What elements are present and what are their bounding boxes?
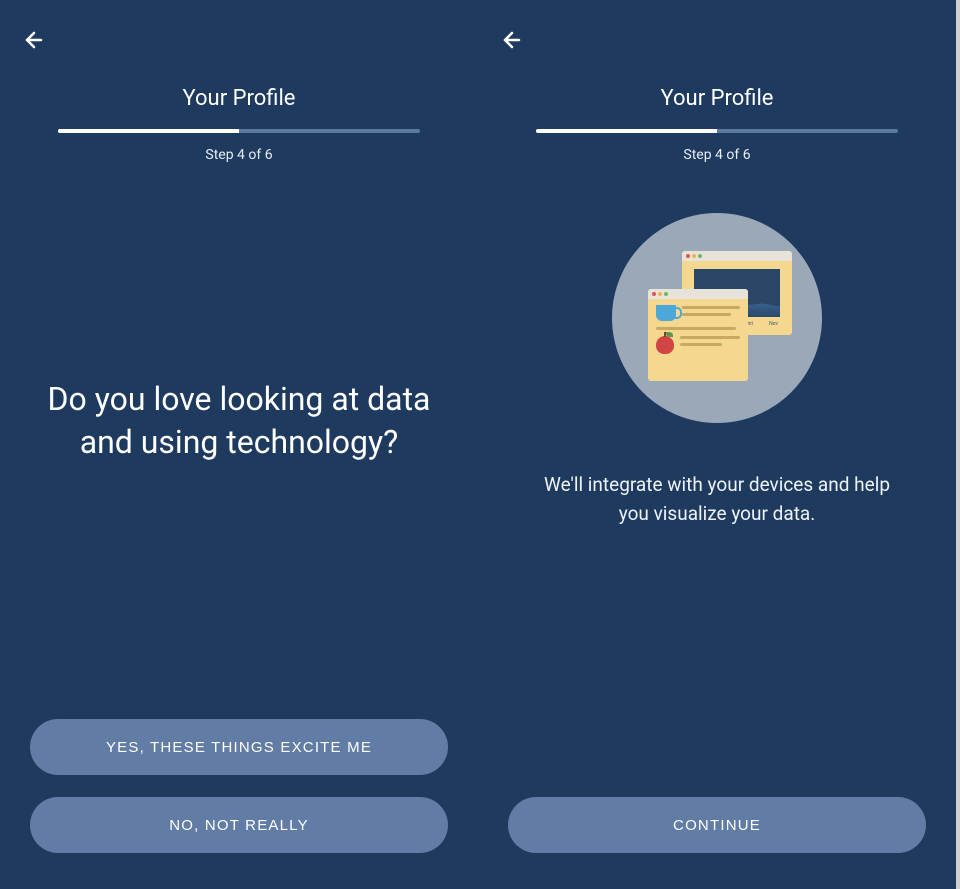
info-content: Aug Sep Oct Nov: [478, 163, 956, 797]
cup-icon: [656, 305, 676, 321]
onboarding-screen-question: Your Profile Step 4 of 6 Do you love loo…: [0, 0, 478, 889]
back-button[interactable]: [22, 28, 46, 52]
question-text: Do you love looking at data and using te…: [30, 378, 448, 464]
no-button[interactable]: NO, NOT REALLY: [30, 797, 448, 853]
info-text: We'll integrate with your devices and he…: [518, 471, 916, 528]
arrow-left-icon: [22, 28, 46, 52]
onboarding-screen-info: Your Profile Step 4 of 6 Aug S: [478, 0, 956, 889]
continue-button[interactable]: CONTINUE: [508, 797, 926, 853]
button-group: CONTINUE: [478, 797, 956, 889]
button-group: YES, THESE THINGS EXCITE ME NO, NOT REAL…: [0, 719, 478, 889]
illustration-icon: Aug Sep Oct Nov: [612, 213, 822, 423]
page-title: Your Profile: [500, 86, 934, 111]
progress-fill: [536, 129, 717, 133]
question-content: Do you love looking at data and using te…: [0, 123, 478, 719]
page-title: Your Profile: [22, 86, 456, 111]
food-window-icon: [648, 289, 748, 381]
apple-icon: [656, 336, 674, 354]
yes-button[interactable]: YES, THESE THINGS EXCITE ME: [30, 719, 448, 775]
step-indicator: Step 4 of 6: [500, 147, 934, 163]
arrow-left-icon: [500, 28, 524, 52]
progress-bar: [536, 129, 898, 133]
header: Your Profile Step 4 of 6: [478, 0, 956, 163]
back-button[interactable]: [500, 28, 524, 52]
